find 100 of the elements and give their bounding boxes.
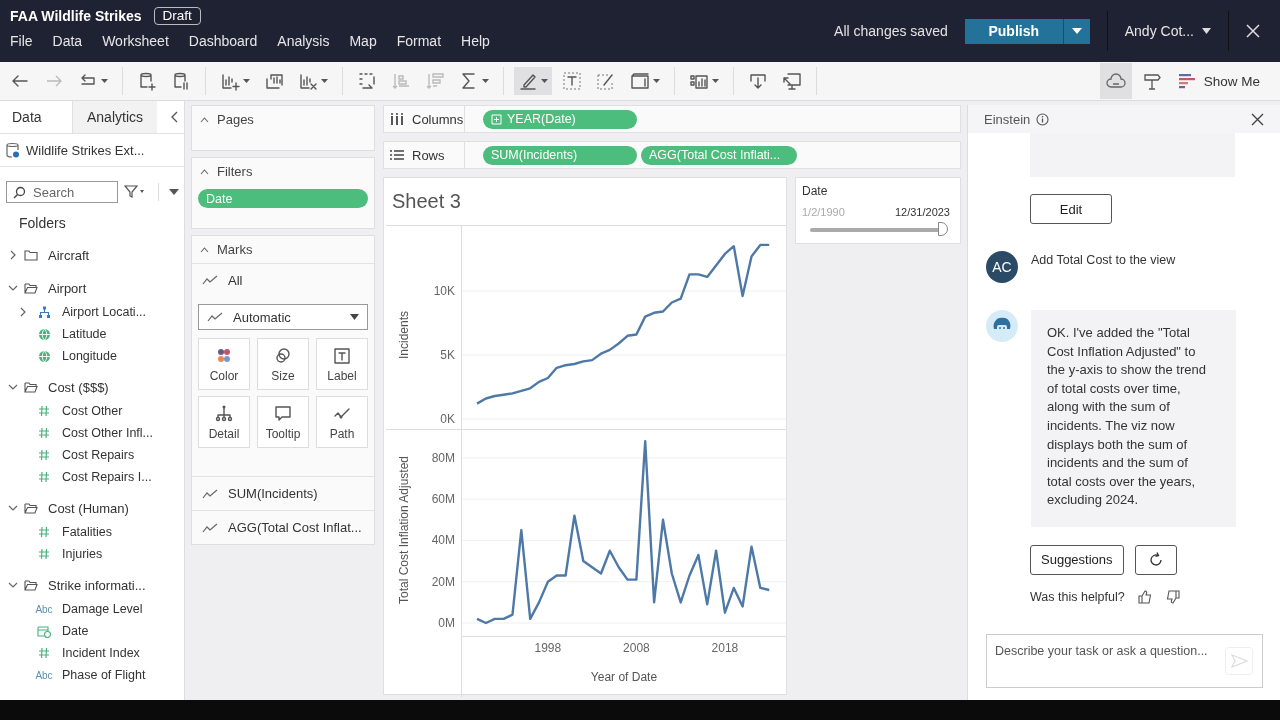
edit-button[interactable]: Edit [1030, 194, 1112, 224]
mark-type-dropdown[interactable]: Automatic [198, 304, 368, 330]
menu-item[interactable]: Data [52, 33, 83, 49]
folder-icon [24, 579, 38, 591]
caret-icon [350, 314, 359, 320]
shelf-label: Rows [412, 147, 445, 163]
marks-card-button[interactable]: Label [316, 338, 368, 390]
globe-icon [37, 349, 51, 363]
chart-x-icon[interactable] [298, 71, 318, 91]
caret-icon[interactable] [101, 79, 108, 83]
field-item[interactable]: Cost Repairs I... [62, 470, 152, 484]
marks-card-button[interactable]: Size [257, 338, 309, 390]
chevron-icon[interactable] [18, 307, 28, 317]
monitor-icon[interactable] [782, 71, 802, 91]
chevron-left-icon[interactable] [170, 111, 178, 123]
info-icon[interactable] [1036, 112, 1050, 126]
axis-tick-label: 80M [431, 450, 455, 465]
question-field[interactable]: Describe your task or ask a question... [986, 634, 1263, 688]
filter-icon[interactable] [124, 185, 146, 199]
chevron-up-icon[interactable] [200, 246, 209, 253]
menu-item[interactable]: Worksheet [102, 33, 169, 49]
signpost-icon[interactable] [1141, 71, 1162, 91]
axis-tick-label: 10K [433, 284, 455, 298]
caret-icon[interactable] [321, 79, 328, 83]
marks-card-button[interactable]: Detail [198, 396, 250, 448]
regenerate-button[interactable] [1134, 544, 1177, 575]
menu-item[interactable]: Help [461, 33, 490, 49]
chevron-icon[interactable] [8, 503, 18, 513]
hash-icon [38, 471, 50, 483]
search-field[interactable]: Search [6, 181, 118, 203]
folder-item[interactable]: Airport [48, 280, 87, 296]
caret-icon[interactable] [243, 79, 250, 83]
field-item[interactable]: Airport Locati... [62, 305, 147, 319]
thumbs-down-icon[interactable] [1164, 588, 1181, 605]
field-item[interactable]: Latitude [62, 327, 107, 341]
publish-button[interactable]: Publish [964, 18, 1063, 44]
chevron-up-icon[interactable] [200, 168, 209, 175]
field-item[interactable]: Date [62, 624, 89, 638]
caret-icon[interactable] [712, 79, 719, 83]
marks-layer[interactable]: SUM(Incidents) [228, 486, 318, 501]
chart-plus-icon[interactable] [220, 71, 240, 91]
chevron-icon[interactable] [8, 283, 18, 293]
type-label: Abc [35, 669, 53, 681]
field-item[interactable]: Injuries [62, 547, 103, 561]
marks-layer[interactable]: All [228, 272, 243, 288]
field-item[interactable]: Damage Level [62, 602, 143, 616]
marks-card-button[interactable]: Path [316, 396, 368, 448]
field-item[interactable]: Fatalities [62, 525, 113, 539]
marks-layer[interactable]: AGG(Total Cost Inflat... [228, 520, 362, 535]
caret-icon[interactable] [482, 79, 489, 83]
field-item[interactable]: Cost Other Infl... [62, 426, 153, 440]
cloud-icon[interactable] [1105, 71, 1126, 91]
user-menu-button[interactable]: Andy Cot... [1124, 23, 1211, 39]
chart-copy-icon[interactable] [264, 71, 284, 91]
database-pause-icon[interactable] [171, 71, 191, 91]
field-item[interactable]: Cost Repairs [62, 448, 135, 462]
caret-icon[interactable] [169, 189, 179, 195]
field-item[interactable]: Longitude [62, 349, 117, 363]
range-start: 1/2/1990 [802, 206, 845, 218]
marks-card-button[interactable]: Color [198, 338, 250, 390]
datasource-name[interactable]: Wildlife Strikes Ext... [26, 142, 145, 158]
pane-tab[interactable]: Analytics [72, 101, 157, 133]
slider-handle[interactable] [938, 222, 948, 236]
menu-item[interactable]: Format [396, 33, 442, 49]
circles-icon [273, 345, 293, 366]
menu-item[interactable]: Dashboard [188, 33, 258, 49]
text-box-icon[interactable] [562, 71, 582, 91]
menu-item[interactable]: File [10, 33, 33, 49]
menu-item[interactable]: Analysis [277, 33, 330, 49]
show-me-button[interactable]: Show Me [1171, 72, 1266, 90]
card-title: Filters [217, 164, 253, 179]
range-slider[interactable] [810, 222, 946, 238]
folder-item[interactable]: Cost (Human) [48, 500, 129, 516]
field-item[interactable]: Phase of Flight [62, 668, 146, 682]
pen-box-icon[interactable] [596, 71, 616, 91]
hierarchy-icon [37, 305, 51, 319]
thumbs-up-icon[interactable] [1136, 588, 1153, 605]
close-icon[interactable] [1251, 112, 1264, 126]
chevron-up-icon[interactable] [200, 116, 209, 123]
calendar-icon [37, 624, 51, 638]
caret-icon[interactable] [653, 79, 660, 83]
frame-icon[interactable] [630, 71, 650, 91]
database-icon [6, 142, 20, 158]
chevron-icon[interactable] [8, 382, 18, 392]
caret-icon[interactable] [541, 79, 548, 83]
field-item[interactable]: Incident Index [62, 646, 140, 660]
tray-arrow-icon[interactable] [748, 71, 768, 91]
suggestions-button[interactable]: Suggestions [1030, 544, 1124, 575]
folder-item[interactable]: Strike informati... [48, 577, 146, 593]
field-item[interactable]: Cost Other [62, 404, 123, 418]
publish-dropdown-button[interactable] [1062, 18, 1090, 44]
save-status: All changes saved [834, 23, 948, 39]
swap-icon[interactable] [357, 71, 377, 91]
database-plus-icon[interactable] [137, 71, 157, 91]
chevron-icon[interactable] [8, 250, 18, 260]
menu-item[interactable]: Map [349, 33, 377, 49]
marks-card-button[interactable]: Tooltip [257, 396, 309, 448]
chevron-icon[interactable] [8, 580, 18, 590]
folder-item[interactable]: Cost ($$$) [48, 379, 109, 395]
folder-item[interactable]: Aircraft [48, 247, 90, 263]
